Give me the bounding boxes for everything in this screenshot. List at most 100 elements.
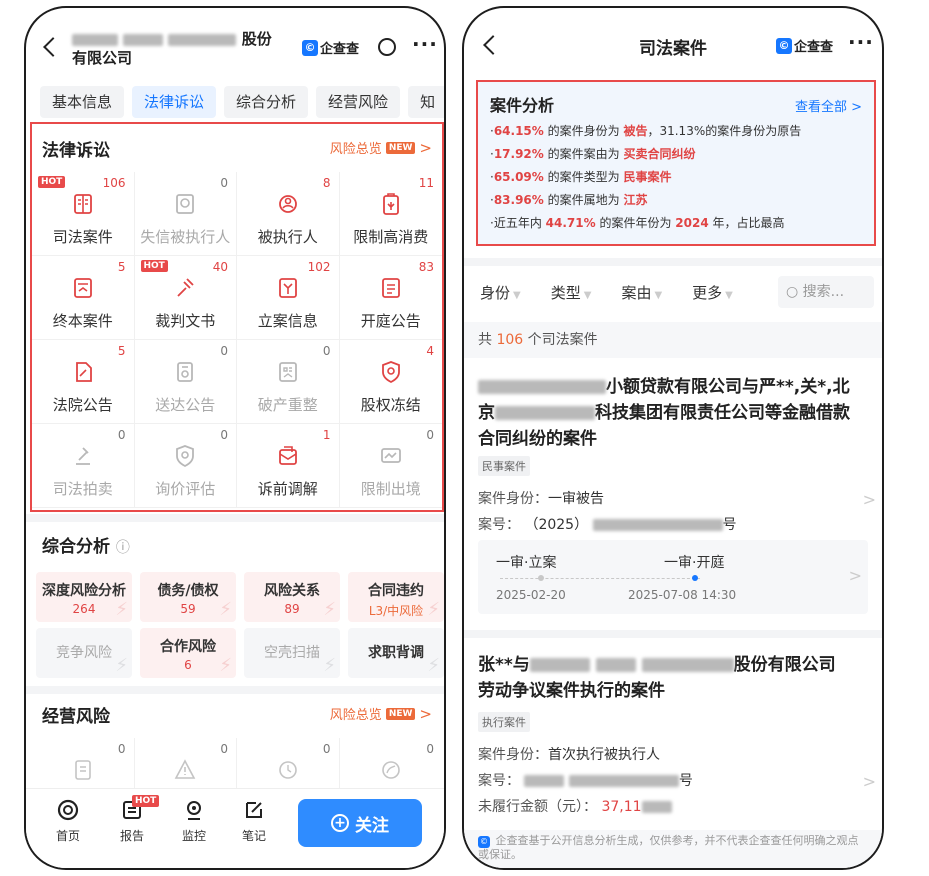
item-label: 股权冻结 (360, 396, 421, 414)
legal-item[interactable]: 5 终本案件 (32, 256, 135, 340)
legal-item[interactable]: 8 被执行人 (237, 172, 340, 256)
nav-notes[interactable]: 笔记 (234, 799, 274, 844)
new-badge: NEW (385, 707, 416, 720)
item-count: 0 (322, 344, 331, 358)
analysis-line-cause: ·17.92% 的案件案由为 买卖合同纠纷 (490, 147, 696, 161)
blurred-party-name (529, 658, 590, 672)
legal-item[interactable]: 102 立案信息 (237, 256, 340, 340)
search-input[interactable]: ○ 搜索... (778, 276, 874, 308)
analysis-item[interactable]: 债务/债权 59 ⚡ (140, 572, 236, 622)
legal-item[interactable]: 0 询价评估 (134, 424, 237, 508)
business-risk-overview-link[interactable]: 风险总览 NEW > (330, 704, 432, 724)
legal-item[interactable]: 0 限制出境 (339, 424, 442, 508)
bolt-icon: ⚡ (219, 655, 232, 676)
appraisal-icon (176, 445, 195, 468)
item-count: 0 (220, 428, 228, 442)
exit-limit-icon (380, 448, 401, 463)
company-title: 股份 有限公司 (72, 30, 302, 68)
follow-button[interactable]: + 关注 (298, 799, 422, 847)
chevron-right-icon[interactable]: > (863, 772, 876, 791)
bolt-icon: ⚡ (323, 599, 336, 620)
legal-item[interactable]: 0 司法拍卖 (32, 424, 135, 508)
warning-icon (174, 759, 196, 779)
analysis-item[interactable]: 竞争风险 ⚡ (36, 628, 132, 678)
tab-business-risk[interactable]: 经营风险 (316, 86, 401, 118)
item-count: 8 (322, 176, 331, 190)
timeline-line (500, 578, 700, 579)
nav-home[interactable]: 首页 (48, 799, 88, 844)
more-icon[interactable]: ··· (412, 32, 438, 56)
item-label: 终本案件 (52, 312, 113, 330)
legal-item[interactable]: 83 开庭公告 (339, 256, 442, 340)
analysis-item[interactable]: 合同违约 L3/中风险 ⚡ (348, 572, 444, 622)
legal-section-title: 法律诉讼 (42, 141, 110, 161)
filing-icon (278, 278, 297, 298)
section-divider (26, 686, 444, 694)
legal-item[interactable]: 11 限制高消费 (339, 172, 442, 256)
tab-legal[interactable]: 法律诉讼 (132, 86, 217, 118)
filter-more[interactable]: 更多 ▼ (692, 282, 733, 303)
blurred-party-name (595, 658, 636, 672)
analysis-item[interactable]: 空壳扫描 ⚡ (244, 628, 340, 678)
case-number: 案号： 号 (478, 773, 693, 789)
business-risk-item[interactable]: 0 (237, 738, 340, 794)
back-arrow-icon[interactable] (43, 37, 63, 57)
item-label: 失信被执行人 (140, 228, 231, 246)
item-count: 0 (220, 344, 228, 358)
consumption-limit-icon (382, 193, 399, 215)
court-announce-icon (75, 362, 92, 382)
search-icon[interactable] (378, 38, 396, 56)
bankruptcy-icon (278, 362, 297, 382)
bolt-icon: ⚡ (219, 599, 232, 620)
hot-badge: HOT (132, 795, 160, 807)
business-risk-item[interactable]: 0 (339, 738, 442, 794)
filter-cause[interactable]: 案由 ▼ (621, 282, 662, 303)
item-count: 83 (418, 260, 434, 274)
analysis-item[interactable]: 深度风险分析 264 ⚡ (36, 572, 132, 622)
legal-item[interactable]: 0 送达公告 (134, 340, 237, 424)
hot-badge: HOT (38, 176, 66, 188)
tab-basic-info[interactable]: 基本信息 (40, 86, 125, 118)
more-icon[interactable]: ··· (848, 30, 874, 54)
business-risk-grid: 0 0 0 0 (32, 738, 442, 794)
business-risk-item[interactable]: 0 (32, 738, 135, 794)
right-phone-screen: 司法案件 © 企查查 ··· 案件分析 查看全部 > ·64.15% 的案件身份… (462, 6, 884, 870)
chevron-right-icon: > (848, 566, 862, 585)
legal-item[interactable]: HOT 106 司法案件 (32, 172, 135, 256)
filter-type[interactable]: 类型 ▼ (551, 282, 592, 303)
auction-icon (75, 447, 90, 465)
view-all-link[interactable]: 查看全部 > (795, 96, 862, 115)
case-title[interactable]: 小额贷款有限公司与严**,关*,北 京科技集团有限责任公司等金融借款 合同纠纷的… (478, 374, 868, 452)
chevron-right-icon[interactable]: > (863, 490, 876, 509)
business-risk-item[interactable]: 0 (134, 738, 237, 794)
case-analysis-panel: 案件分析 查看全部 > ·64.15% 的案件身份为 被告，31.13%的案件身… (476, 80, 876, 246)
tab-analysis[interactable]: 综合分析 (224, 86, 309, 118)
analysis-title: 合同违约 (368, 583, 424, 599)
item-label: 询价评估 (155, 480, 216, 498)
nav-monitor[interactable]: 监控 (174, 799, 214, 844)
case-title[interactable]: 张**与 股份有限公司 劳动争议案件执行的案件 (478, 652, 868, 704)
plus-circle-icon: + (331, 814, 349, 832)
filter-role[interactable]: 身份 ▼ (480, 282, 521, 303)
legal-item[interactable]: HOT 40 裁判文书 (134, 256, 237, 340)
legal-item[interactable]: 5 法院公告 (32, 340, 135, 424)
legal-item[interactable]: 4 股权冻结 (339, 340, 442, 424)
info-icon[interactable]: ⓘ (116, 540, 130, 556)
nav-report[interactable]: HOT 报告 (112, 795, 160, 844)
tab-more[interactable]: 知 (408, 86, 444, 118)
case-role: 案件身份：一审被告 (478, 491, 604, 507)
case-timeline[interactable]: 一审·立案 一审·开庭 2025-02-20 2025-07-08 14:30 … (478, 540, 868, 614)
certificate-icon (74, 760, 91, 780)
legal-item[interactable]: 0 失信被执行人 (134, 172, 237, 256)
analysis-item[interactable]: 合作风险 6 ⚡ (140, 628, 236, 678)
caret-down-icon: ▼ (583, 289, 592, 301)
analysis-item[interactable]: 求职背调 ⚡ (348, 628, 444, 678)
court-notice-icon (381, 278, 400, 298)
case-role: 案件身份：首次执行被执行人 (478, 747, 660, 763)
notes-icon (246, 802, 262, 818)
legal-item[interactable]: 1 诉前调解 (237, 424, 340, 508)
legal-risk-overview-link[interactable]: 风险总览 NEW > (330, 138, 432, 158)
caret-down-icon: ▼ (513, 289, 521, 301)
legal-item[interactable]: 0 破产重整 (237, 340, 340, 424)
analysis-item[interactable]: 风险关系 89 ⚡ (244, 572, 340, 622)
